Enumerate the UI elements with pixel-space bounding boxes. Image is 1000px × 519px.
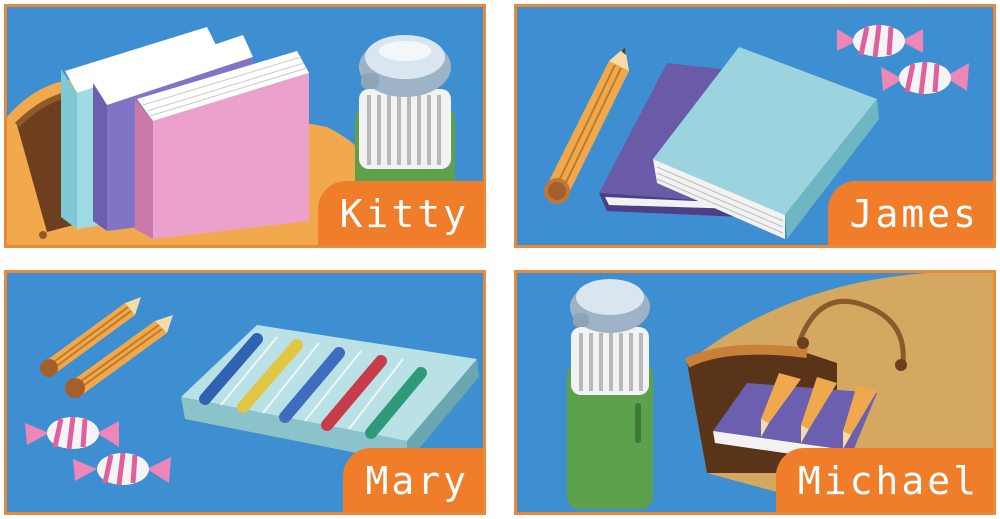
book-stack-icon [61, 27, 309, 239]
name-tag-kitty: Kitty [317, 181, 483, 245]
crayon-box-icon [181, 325, 479, 463]
pencil-icon [65, 315, 173, 398]
candy-icon [837, 24, 923, 58]
name-tag-michael: Michael [775, 448, 993, 512]
name-tag-james: James [827, 181, 993, 245]
candy-icon [881, 61, 969, 95]
pencil-icon [40, 297, 141, 377]
candy-icon [73, 452, 171, 486]
name-tag-mary: Mary [343, 448, 483, 512]
water-bottle-icon [567, 279, 653, 509]
panel-james: James [514, 4, 996, 248]
panel-michael: Michael [514, 270, 996, 515]
candy-icon [25, 416, 119, 450]
panel-mary: Mary [4, 270, 486, 515]
panel-kitty: Kitty [4, 4, 486, 248]
